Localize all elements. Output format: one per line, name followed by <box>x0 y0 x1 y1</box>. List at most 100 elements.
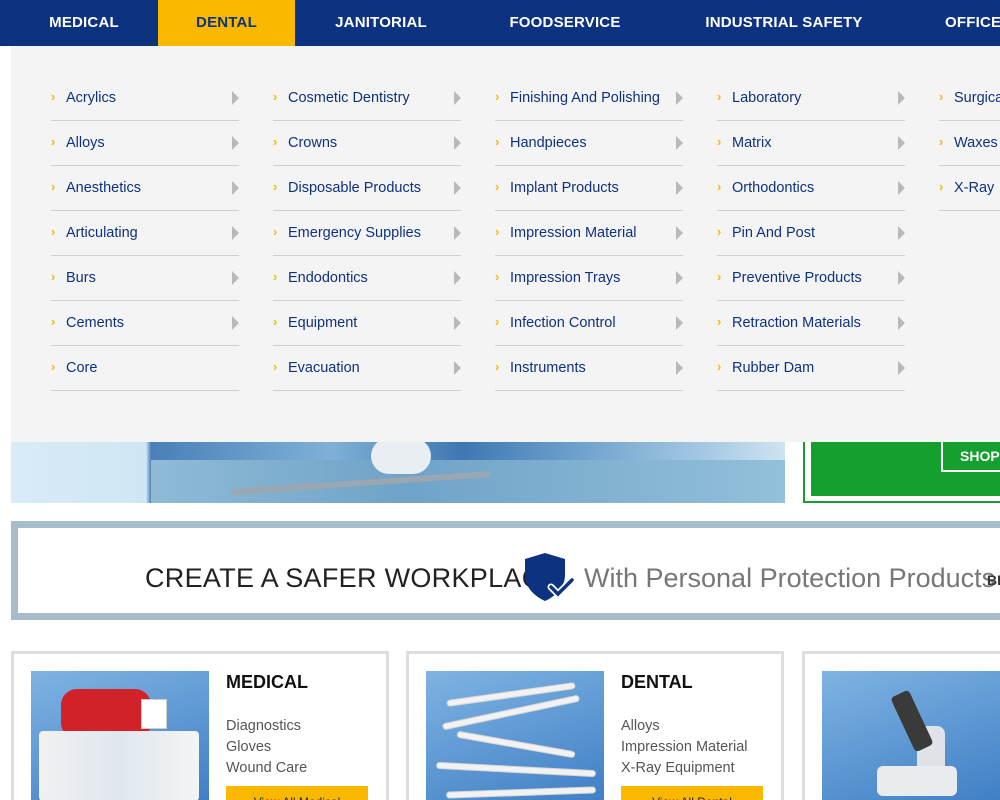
menu-item-label: Handpieces <box>510 135 587 151</box>
hero-image-glove <box>371 438 431 474</box>
card-link-alloys[interactable]: Alloys <box>621 718 660 734</box>
menu-item-laboratory[interactable]: › Laboratory <box>717 76 905 121</box>
card-link-x-ray-equipment[interactable]: X-Ray Equipment <box>621 760 735 776</box>
menu-item-alloys[interactable]: › Alloys <box>51 121 239 166</box>
chevron-right-icon: › <box>717 134 722 149</box>
menu-item-x-ray[interactable]: › X-Ray <box>939 166 1000 211</box>
menu-item-implant-products[interactable]: › Implant Products <box>495 166 683 211</box>
safety-promo-banner[interactable]: CREATE A SAFER WORKPLACE With Personal P… <box>11 521 1000 620</box>
microscope-base-shape <box>877 766 957 796</box>
menu-item-infection-control[interactable]: › Infection Control <box>495 301 683 346</box>
chevron-right-icon: › <box>495 224 500 239</box>
category-card-dental: DENTAL Alloys Impression Material X-Ray … <box>406 651 784 800</box>
caret-right-icon <box>676 361 683 375</box>
menu-item-label: Acrylics <box>66 90 116 106</box>
caret-right-icon <box>676 91 683 105</box>
chevron-right-icon: › <box>273 134 278 149</box>
mega-menu-column-5: › Surgical › Waxes › X-Ray <box>939 76 1000 211</box>
menu-item-handpieces[interactable]: › Handpieces <box>495 121 683 166</box>
menu-item-cosmetic-dentistry[interactable]: › Cosmetic Dentistry <box>273 76 461 121</box>
menu-item-surgical[interactable]: › Surgical <box>939 76 1000 121</box>
menu-item-waxes[interactable]: › Waxes <box>939 121 1000 166</box>
caret-right-icon <box>232 181 239 195</box>
caret-right-icon <box>898 181 905 195</box>
chevron-right-icon: › <box>273 269 278 284</box>
menu-item-cements[interactable]: › Cements <box>51 301 239 346</box>
chevron-right-icon: › <box>495 314 500 329</box>
chevron-right-icon: › <box>717 269 722 284</box>
menu-item-matrix[interactable]: › Matrix <box>717 121 905 166</box>
menu-item-impression-trays[interactable]: › Impression Trays <box>495 256 683 301</box>
menu-item-pin-and-post[interactable]: › Pin And Post <box>717 211 905 256</box>
menu-item-impression-material[interactable]: › Impression Material <box>495 211 683 256</box>
card-link-diagnostics[interactable]: Diagnostics <box>226 718 301 734</box>
caret-right-icon <box>454 361 461 375</box>
chevron-right-icon: › <box>495 179 500 194</box>
chevron-right-icon: › <box>939 134 944 149</box>
menu-item-label: Infection Control <box>510 315 616 331</box>
promo-headline: CREATE A SAFER WORKPLACE <box>145 563 560 593</box>
menu-item-evacuation[interactable]: › Evacuation <box>273 346 461 391</box>
chevron-right-icon: › <box>273 224 278 239</box>
menu-item-label: Evacuation <box>288 360 360 376</box>
menu-item-emergency-supplies[interactable]: › Emergency Supplies <box>273 211 461 256</box>
menu-item-retraction-materials[interactable]: › Retraction Materials <box>717 301 905 346</box>
menu-item-anesthetics[interactable]: › Anesthetics <box>51 166 239 211</box>
dental-product-image[interactable] <box>426 671 604 800</box>
menu-item-rubber-dam[interactable]: › Rubber Dam <box>717 346 905 391</box>
caret-right-icon <box>232 226 239 240</box>
view-all-medical-button[interactable]: View All Medical <box>226 786 368 800</box>
hero-image-drape <box>151 460 785 503</box>
shop-now-button[interactable]: SHOP N <box>941 440 1000 472</box>
medical-supplies-shape <box>39 731 199 800</box>
caret-right-icon <box>454 136 461 150</box>
menu-item-label: Surgical <box>954 90 1000 106</box>
menu-item-equipment[interactable]: › Equipment <box>273 301 461 346</box>
menu-item-label: Endodontics <box>288 270 368 286</box>
menu-item-label: Rubber Dam <box>732 360 815 376</box>
caret-right-icon <box>232 316 239 330</box>
view-all-dental-button[interactable]: View All Dental <box>621 786 763 800</box>
chevron-right-icon: › <box>495 134 500 149</box>
nav-item-medical[interactable]: MEDICAL <box>20 0 148 46</box>
caret-right-icon <box>676 271 683 285</box>
menu-item-core[interactable]: › Core <box>51 346 239 391</box>
menu-item-preventive-products[interactable]: › Preventive Products <box>717 256 905 301</box>
menu-item-articulating[interactable]: › Articulating <box>51 211 239 256</box>
chevron-right-icon: › <box>495 269 500 284</box>
nav-item-office[interactable]: OFFICE <box>935 0 1000 46</box>
menu-item-finishing-and-polishing[interactable]: › Finishing And Polishing <box>495 76 683 121</box>
nav-item-janitorial[interactable]: JANITORIAL <box>322 0 440 46</box>
nav-item-foodservice[interactable]: FOODSERVICE <box>496 0 634 46</box>
medical-product-image[interactable] <box>31 671 209 800</box>
menu-item-instruments[interactable]: › Instruments <box>495 346 683 391</box>
caret-right-icon <box>898 136 905 150</box>
card-link-wound-care[interactable]: Wound Care <box>226 760 307 776</box>
menu-item-label: Pin And Post <box>732 225 816 241</box>
chevron-right-icon: › <box>939 89 944 104</box>
nav-item-industrial-safety[interactable]: INDUSTRIAL SAFETY <box>694 0 874 46</box>
menu-item-endodontics[interactable]: › Endodontics <box>273 256 461 301</box>
menu-item-label: Waxes <box>954 135 998 151</box>
card-link-gloves[interactable]: Gloves <box>226 739 271 755</box>
caret-right-icon <box>454 226 461 240</box>
card-link-impression-material[interactable]: Impression Material <box>621 739 748 755</box>
card-title: DENTAL <box>621 672 693 692</box>
menu-item-disposable-products[interactable]: › Disposable Products <box>273 166 461 211</box>
saliva-ejector-shape <box>445 786 597 799</box>
caret-right-icon <box>676 136 683 150</box>
chevron-right-icon: › <box>717 89 722 104</box>
nav-item-dental[interactable]: DENTAL <box>158 0 295 46</box>
caret-right-icon <box>898 226 905 240</box>
chevron-right-icon: › <box>51 179 56 194</box>
mega-menu-column-2: › Cosmetic Dentistry › Crowns › Disposable … <box>273 76 461 391</box>
menu-item-label: Equipment <box>288 315 358 331</box>
menu-item-orthodontics[interactable]: › Orthodontics <box>717 166 905 211</box>
menu-item-acrylics[interactable]: › Acrylics <box>51 76 239 121</box>
menu-item-burs[interactable]: › Burs <box>51 256 239 301</box>
menu-item-label: Implant Products <box>510 180 619 196</box>
menu-item-label: Articulating <box>66 225 138 241</box>
menu-item-crowns[interactable]: › Crowns <box>273 121 461 166</box>
mega-menu-column-4: › Laboratory › Matrix › Orthodontics › Pin A… <box>717 76 905 391</box>
microscope-product-image[interactable] <box>822 671 1000 800</box>
